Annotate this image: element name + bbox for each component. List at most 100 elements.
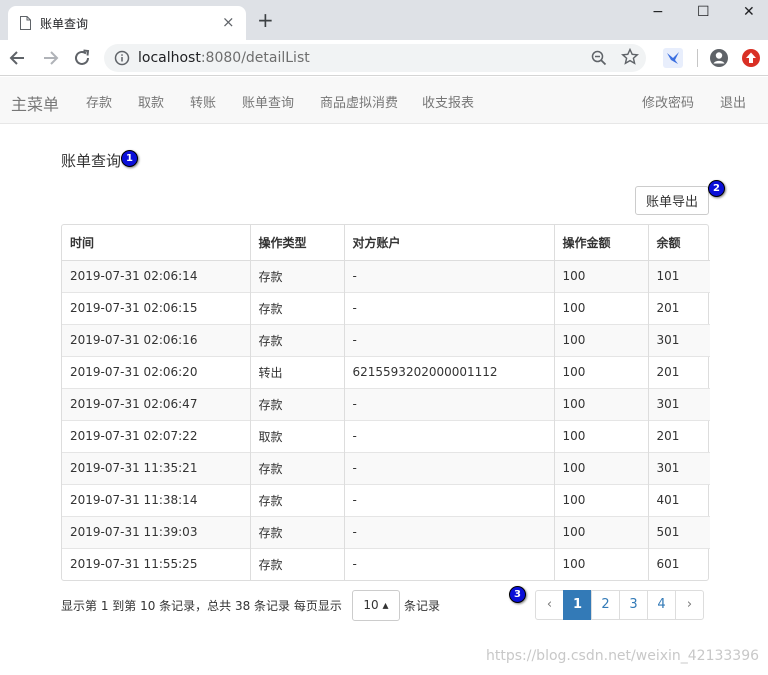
nav-logout[interactable]: 退出 [720, 92, 746, 111]
cell-counterparty-account: - [344, 515, 555, 548]
back-arrow-icon[interactable] [7, 47, 29, 69]
cell-operation-type: 存款 [250, 291, 345, 324]
header-amount[interactable]: 操作金额 [554, 225, 649, 261]
page-button-1[interactable]: 1 [563, 590, 592, 620]
browser-tabstrip: 账单查询 × + − ☐ ✕ [0, 0, 768, 40]
extension-icon[interactable] [663, 48, 683, 68]
app-navbar: 主菜单 存款 取款 转账 账单查询 商品虚拟消费 收支报表 修改密码 退出 [0, 77, 768, 124]
cell-amount: 100 [554, 355, 649, 388]
tab-title: 账单查询 [40, 17, 89, 31]
table-row: 2019-07-31 02:06:15 存款 -100 201 [62, 291, 710, 324]
update-icon[interactable] [741, 48, 761, 68]
info-icon[interactable] [114, 50, 130, 66]
cell-amount: 100 [554, 483, 649, 516]
page-button-3[interactable]: 3 [619, 590, 648, 620]
bookmark-star-icon[interactable] [621, 48, 639, 66]
cell-time: 2019-07-31 11:35:21 [62, 451, 251, 484]
table-row: 2019-07-31 02:06:20 转出 6215593202000001112… [62, 355, 710, 388]
url-text[interactable]: localhost:8080/detailList [138, 50, 310, 66]
close-window-icon[interactable]: ✕ [743, 4, 755, 20]
cell-amount: 100 [554, 291, 649, 324]
pagination-info: 显示第 1 到第 10 条记录，总共 38 条记录 每页显示 [61, 599, 342, 613]
cell-balance: 201 [648, 291, 710, 324]
cell-counterparty-account: - [344, 323, 555, 356]
table-row: 2019-07-31 11:55:25 存款 -100 601 [62, 547, 710, 580]
nav-virtual-purchase[interactable]: 商品虚拟消费 [320, 92, 398, 111]
cell-amount: 100 [554, 259, 649, 292]
maximize-icon[interactable]: ☐ [697, 4, 710, 20]
table-row: 2019-07-31 02:06:47 存款 -100 301 [62, 387, 710, 420]
annotation-badge-1: 1 [121, 150, 138, 167]
minimize-icon[interactable]: − [652, 4, 664, 20]
bill-table: 时间 操作类型 对方账户 操作金额 余额 2019-07-31 02:06:14… [61, 224, 710, 581]
table-row: 2019-07-31 02:07:22 取款 -100 201 [62, 419, 710, 452]
cell-operation-type: 存款 [250, 387, 345, 420]
cell-operation-type: 存款 [250, 451, 345, 484]
annotation-badge-2: 2 [708, 180, 725, 197]
cell-counterparty-account: - [344, 259, 555, 292]
cell-amount: 100 [554, 515, 649, 548]
table-row: 2019-07-31 02:06:14 存款 -100 101 [62, 259, 710, 292]
nav-change-password[interactable]: 修改密码 [642, 92, 694, 111]
cell-amount: 100 [554, 419, 649, 452]
next-page-button[interactable]: › [675, 590, 704, 620]
browser-tab[interactable]: 账单查询 × [8, 6, 246, 40]
cell-time: 2019-07-31 02:06:14 [62, 259, 251, 292]
cell-time: 2019-07-31 11:39:03 [62, 515, 251, 548]
brand-main-menu[interactable]: 主菜单 [11, 91, 59, 115]
cell-counterparty-account: - [344, 451, 555, 484]
page-button-4[interactable]: 4 [647, 590, 676, 620]
cell-time: 2019-07-31 02:06:47 [62, 387, 251, 420]
cell-balance: 601 [648, 547, 710, 580]
cell-time: 2019-07-31 02:06:15 [62, 291, 251, 324]
zoom-out-icon[interactable] [591, 50, 607, 66]
cell-balance: 201 [648, 355, 710, 388]
cell-time: 2019-07-31 11:38:14 [62, 483, 251, 516]
address-bar[interactable]: localhost:8080/detailList [104, 44, 646, 72]
tab-close-icon[interactable]: × [222, 14, 235, 30]
table-row: 2019-07-31 11:35:21 存款 -100 301 [62, 451, 710, 484]
cell-operation-type: 转出 [250, 355, 345, 388]
cell-counterparty-account: - [344, 291, 555, 324]
cell-operation-type: 存款 [250, 547, 345, 580]
cell-balance: 201 [648, 419, 710, 452]
table-header-row: 时间 操作类型 对方账户 操作金额 余额 [62, 225, 710, 261]
page-size-value: 10 [363, 598, 379, 612]
header-balance[interactable]: 余额 [648, 225, 710, 261]
nav-bill-query[interactable]: 账单查询 [242, 92, 294, 111]
cell-balance: 301 [648, 451, 710, 484]
nav-deposit[interactable]: 存款 [86, 92, 112, 111]
cell-operation-type: 存款 [250, 483, 345, 516]
page-button-2[interactable]: 2 [591, 590, 620, 620]
new-tab-icon[interactable]: + [257, 10, 274, 30]
table-row: 2019-07-31 11:39:03 存款 -100 501 [62, 515, 710, 548]
cell-operation-type: 存款 [250, 323, 345, 356]
nav-transfer[interactable]: 转账 [190, 92, 216, 111]
nav-withdraw[interactable]: 取款 [138, 92, 164, 111]
watermark: https://blog.csdn.net/weixin_42133396 [486, 648, 760, 664]
header-counterparty-account[interactable]: 对方账户 [344, 225, 555, 261]
cell-counterparty-account: - [344, 483, 555, 516]
table-row: 2019-07-31 11:38:14 存款 -100 401 [62, 483, 710, 516]
url-host: localhost [138, 50, 201, 66]
annotation-badge-3: 3 [509, 586, 526, 603]
forward-arrow-icon[interactable] [39, 47, 61, 69]
cell-time: 2019-07-31 02:06:16 [62, 323, 251, 356]
table-body: 2019-07-31 02:06:14 存款 -100 101 2019-07-31 0… [62, 259, 710, 580]
pagination: ‹ 1 2 3 4 › [535, 590, 704, 620]
export-bill-button[interactable]: 账单导出 [635, 186, 709, 215]
header-time[interactable]: 时间 [62, 225, 251, 261]
nav-income-report[interactable]: 收支报表 [422, 92, 474, 111]
header-operation-type[interactable]: 操作类型 [250, 225, 345, 261]
prev-page-button[interactable]: ‹ [535, 590, 564, 620]
document-icon [20, 16, 31, 30]
cell-balance: 501 [648, 515, 710, 548]
account-icon[interactable] [709, 48, 729, 68]
cell-counterparty-account: - [344, 387, 555, 420]
cell-time: 2019-07-31 02:07:22 [62, 419, 251, 452]
cell-amount: 100 [554, 547, 649, 580]
toolbar-divider [697, 49, 698, 67]
cell-amount: 100 [554, 323, 649, 356]
page-size-select[interactable]: 10 ▴ [352, 590, 400, 621]
reload-icon[interactable] [71, 47, 93, 69]
